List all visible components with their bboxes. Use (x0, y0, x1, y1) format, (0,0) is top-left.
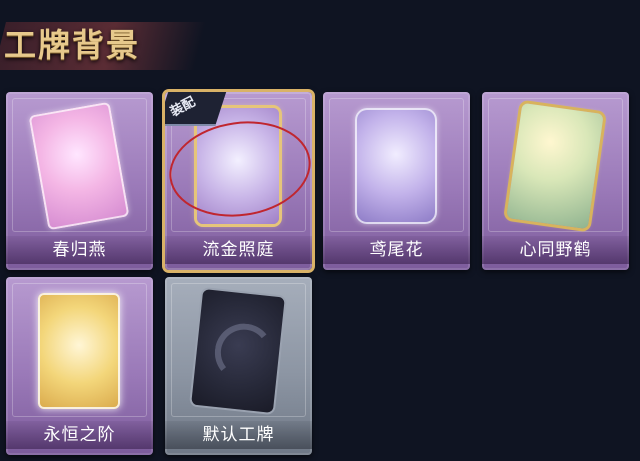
card-label: 春归燕 (6, 236, 153, 264)
card-label: 心同野鹤 (482, 236, 629, 264)
card-art-default-icon (191, 289, 285, 413)
card-label: 流金照庭 (165, 236, 312, 264)
swirl-icon (211, 320, 276, 385)
card-yuanweihua[interactable]: 鸢尾花 (323, 92, 470, 270)
highlight-ring (165, 112, 312, 226)
card-label: 鸢尾花 (323, 236, 470, 264)
card-art-pink-icon (28, 101, 130, 231)
card-label: 永恒之阶 (6, 421, 153, 449)
card-yonghengzhijie[interactable]: 永恒之阶 (6, 277, 153, 455)
section-header: 工牌背景 (0, 8, 210, 80)
card-chunguiyan[interactable]: 春归燕 (6, 92, 153, 270)
card-morengongpai[interactable]: 默认工牌 (165, 277, 312, 455)
page-title: 工牌背景 (4, 26, 141, 64)
card-liujinzhaoting[interactable]: 装配 流金照庭 (165, 92, 312, 270)
card-label: 默认工牌 (165, 421, 312, 449)
card-art-wings-icon (38, 293, 120, 409)
card-art-iris-icon (355, 108, 437, 224)
card-xintongyehe[interactable]: 心同野鹤 (482, 92, 629, 270)
card-art-crane-icon (506, 102, 604, 230)
